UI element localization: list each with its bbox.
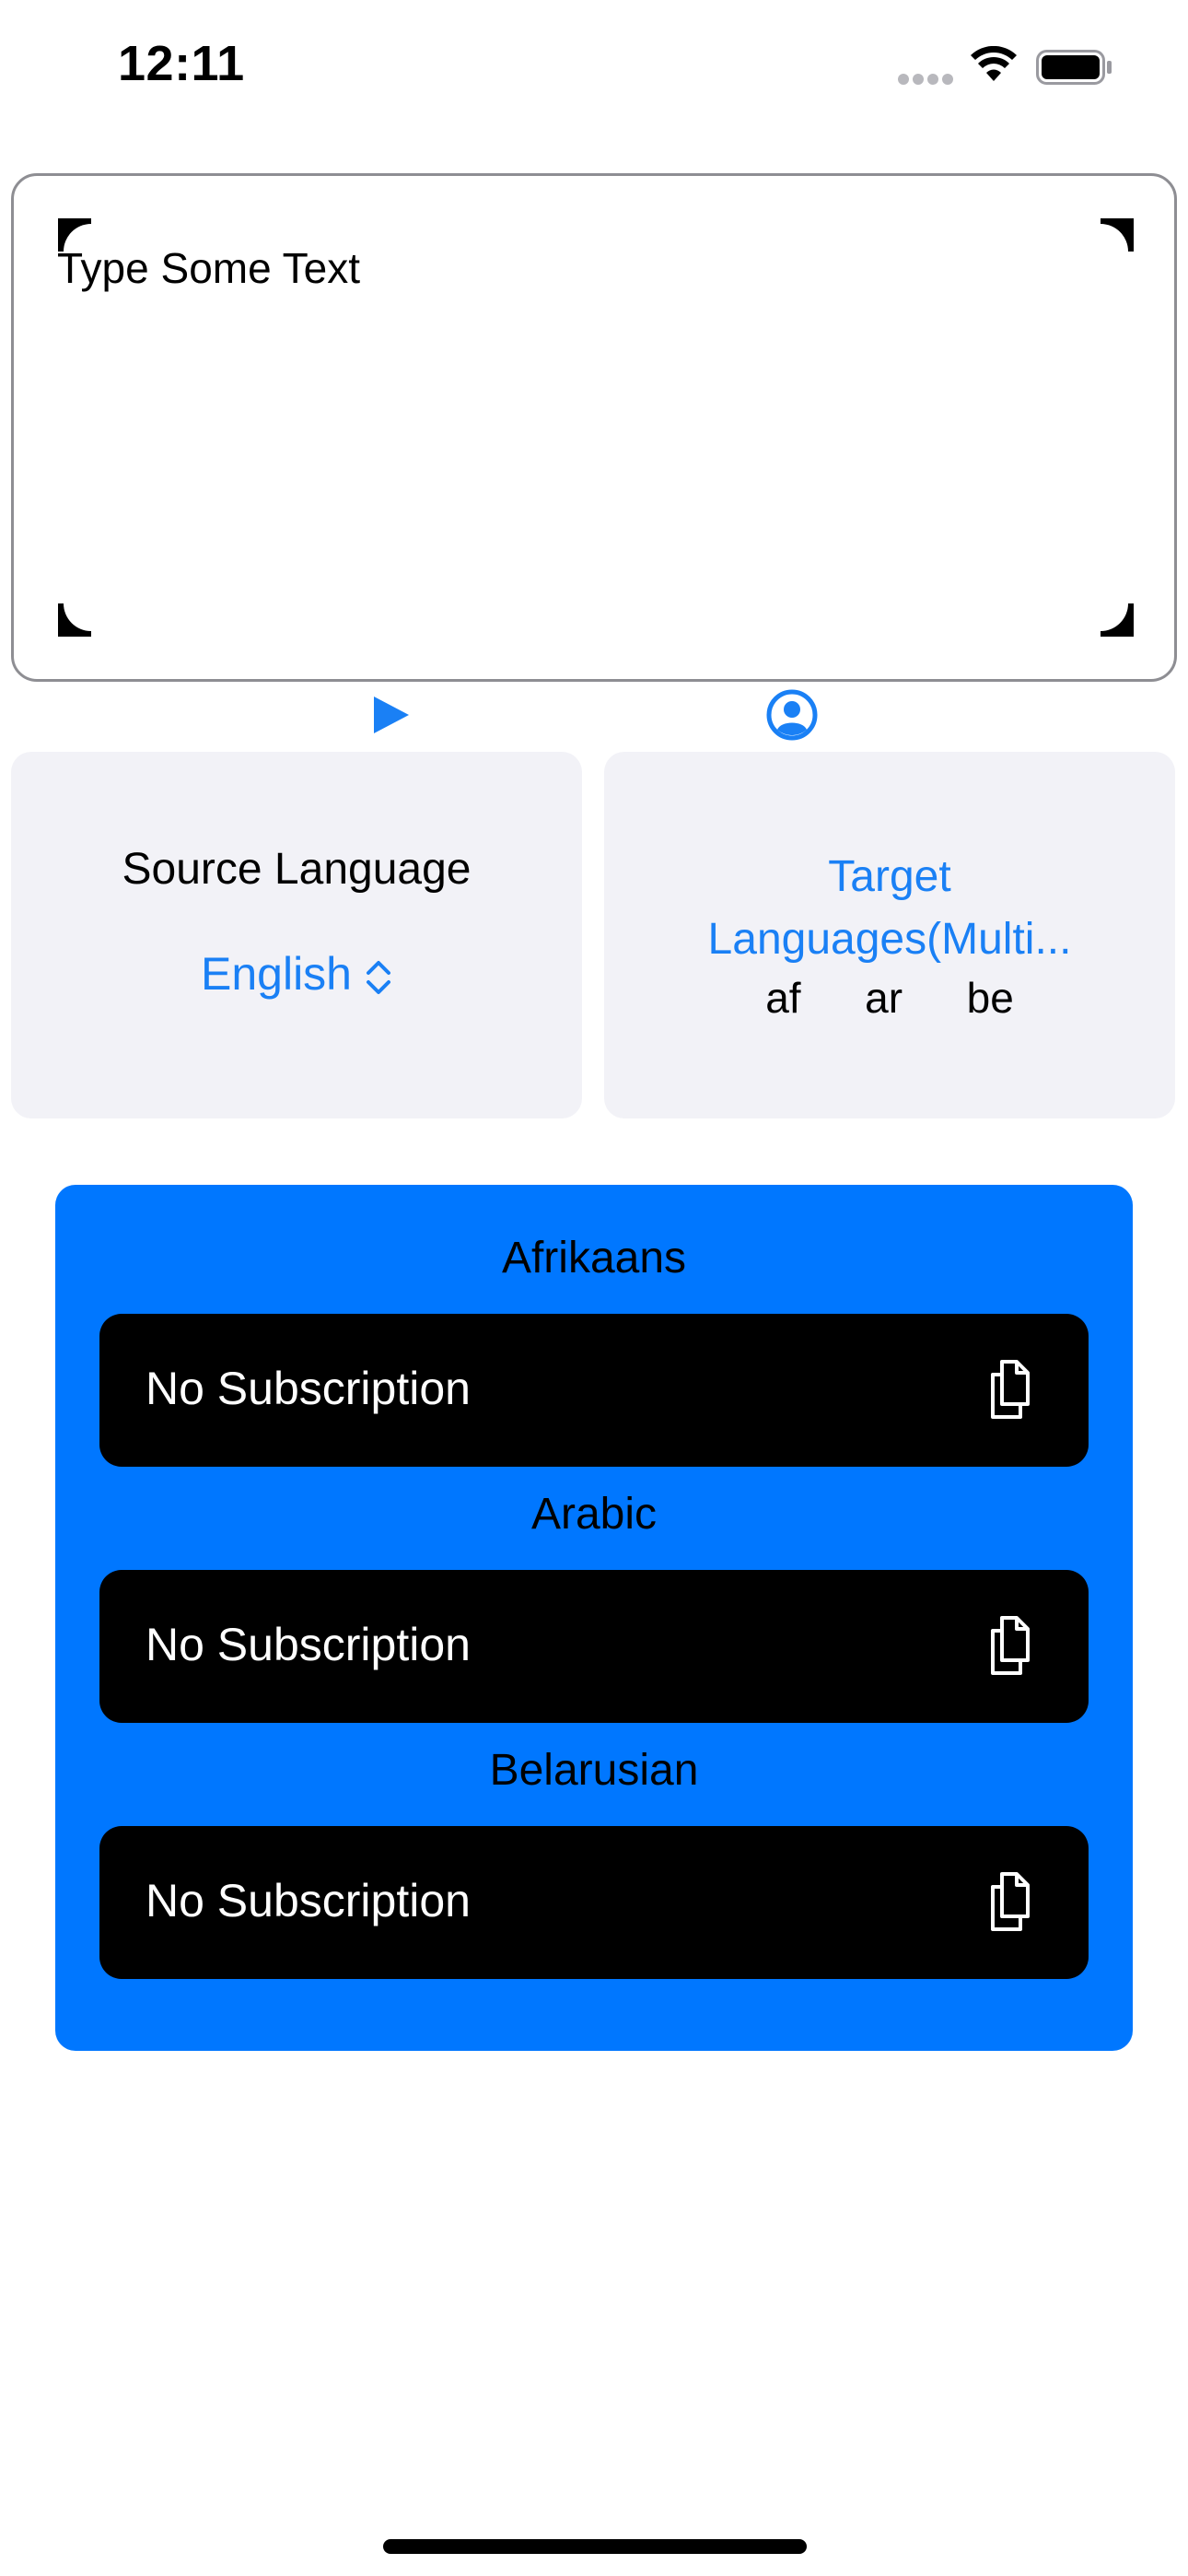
chevron-up-down-icon — [367, 960, 390, 994]
result-row: No Subscription — [99, 1826, 1089, 1979]
status-time: 12:11 — [118, 36, 245, 91]
target-languages-button[interactable]: Target Languages(Multi... — [659, 846, 1120, 971]
source-language-picker[interactable]: English — [11, 947, 582, 1001]
source-language-title: Source Language — [122, 845, 472, 894]
person-circle-icon[interactable] — [766, 689, 818, 741]
target-languages-title-line1: Target — [828, 852, 951, 901]
result-text: No Subscription — [146, 1363, 471, 1414]
input-placeholder: Type Some Text — [57, 244, 360, 292]
source-language-card: Source Language English — [11, 752, 582, 1118]
play-icon[interactable] — [368, 693, 413, 737]
app-screen: 12:11 Type Some Text Source Language Eng… — [0, 0, 1188, 2576]
copy-icon[interactable] — [987, 1358, 1041, 1421]
corner-decoration — [1095, 598, 1134, 637]
copy-icon[interactable] — [987, 1614, 1041, 1677]
copy-icon[interactable] — [987, 1870, 1041, 1933]
translation-results-panel: Afrikaans No Subscription Arabic No Subs… — [55, 1185, 1133, 2051]
result-text: No Subscription — [146, 1619, 471, 1670]
result-row: No Subscription — [99, 1314, 1089, 1467]
wifi-icon — [971, 46, 1017, 81]
result-language-label: Afrikaans — [501, 1234, 687, 1282]
target-languages-title-line2: Languages(Multi... — [707, 915, 1072, 964]
target-language-codes: af ar be — [765, 974, 1014, 1022]
corner-decoration — [1095, 218, 1134, 257]
result-language-label: Belarusian — [489, 1746, 699, 1795]
source-language-value: English — [201, 948, 352, 1000]
result-row: No Subscription — [99, 1570, 1089, 1723]
status-bar: 12:11 — [0, 0, 1188, 138]
cellular-signal-icon — [898, 74, 953, 85]
corner-decoration — [58, 598, 97, 637]
home-indicator[interactable] — [383, 2539, 807, 2554]
battery-icon — [1036, 50, 1112, 85]
result-language-label: Arabic — [530, 1490, 658, 1539]
result-text: No Subscription — [146, 1875, 471, 1926]
target-languages-card: Target Languages(Multi... af ar be — [604, 752, 1175, 1118]
